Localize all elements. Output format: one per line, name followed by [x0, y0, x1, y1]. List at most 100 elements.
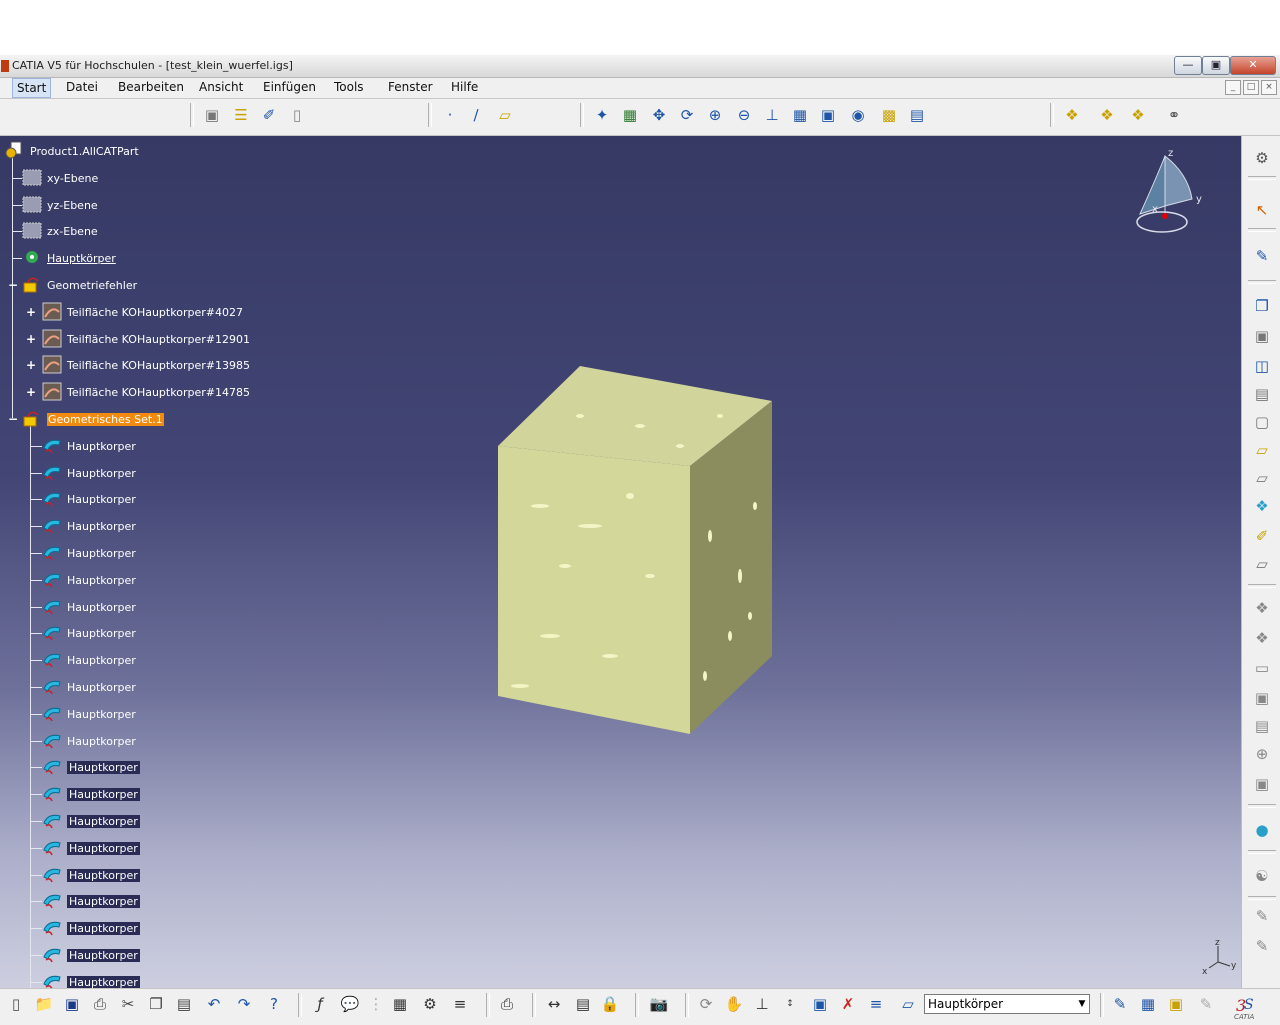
fly-mode-icon[interactable]: ✦: [592, 105, 612, 125]
assembly-icon[interactable]: ❖: [1097, 105, 1117, 125]
settings-icon[interactable]: ⚙: [1252, 148, 1272, 168]
reset-icon[interactable]: ✎: [1196, 994, 1216, 1014]
whats-this-icon[interactable]: ?: [264, 994, 284, 1014]
plane-icon[interactable]: ▱: [495, 105, 515, 125]
mdi-close-button[interactable]: ×: [1261, 80, 1277, 95]
frame-icon[interactable]: ▣: [1252, 326, 1272, 346]
spin-icon[interactable]: ⟳: [696, 994, 716, 1014]
comment-icon[interactable]: 💬: [340, 994, 360, 1014]
print-icon[interactable]: ⎙: [90, 994, 110, 1014]
constraints-icon[interactable]: ❖: [1128, 105, 1148, 125]
parameters-icon[interactable]: ≡: [450, 994, 470, 1014]
pan-icon[interactable]: ✥: [649, 105, 669, 125]
menu-hilfe[interactable]: Hilfe: [451, 80, 478, 94]
camera-icon[interactable]: 📷: [649, 994, 669, 1014]
table-icon[interactable]: ▦: [390, 994, 410, 1014]
expand-icon[interactable]: +: [26, 333, 36, 345]
offset-icon[interactable]: ▱: [1252, 468, 1272, 488]
axis-icon[interactable]: ⊥: [752, 994, 772, 1014]
menu-start[interactable]: Start: [12, 78, 52, 98]
cube-model[interactable]: [480, 356, 790, 746]
curve-icon[interactable]: ✐: [1252, 526, 1272, 546]
solid-icon[interactable]: ❖: [1252, 496, 1272, 516]
catalog-icon[interactable]: ❖: [1062, 105, 1082, 125]
trim-icon[interactable]: ▭: [1252, 658, 1272, 678]
menu-einfuegen[interactable]: Einfügen: [263, 80, 316, 94]
close-button[interactable]: ✕: [1230, 56, 1276, 75]
iso-view-icon[interactable]: ▣: [818, 105, 838, 125]
hand-icon[interactable]: ✋: [724, 994, 744, 1014]
select-arrow-icon[interactable]: ↖: [1252, 200, 1272, 220]
zoom-in-icon[interactable]: ⊕: [705, 105, 725, 125]
extrapolate-icon[interactable]: ▣: [1252, 774, 1272, 794]
expand-icon[interactable]: +: [26, 306, 36, 318]
tools-icon[interactable]: ✎: [1252, 906, 1272, 926]
collapse-icon[interactable]: −: [8, 413, 18, 425]
point-icon[interactable]: ·: [440, 105, 460, 125]
expand-icon[interactable]: +: [26, 359, 36, 371]
copy-icon[interactable]: ❐: [146, 994, 166, 1014]
fill-icon[interactable]: ▱: [1252, 554, 1272, 574]
analysis-icon[interactable]: ☯: [1252, 866, 1272, 886]
sketch-tool-icon[interactable]: ✎: [1110, 994, 1130, 1014]
lock-icon[interactable]: 🔒: [600, 994, 620, 1014]
menu-datei[interactable]: Datei: [66, 80, 98, 94]
normal-view-icon[interactable]: ⊥: [762, 105, 782, 125]
layers-icon[interactable]: ☰: [231, 105, 251, 125]
save-icon[interactable]: ▣: [62, 994, 82, 1014]
menu-bearbeiten[interactable]: Bearbeiten: [118, 80, 184, 94]
surface-icon[interactable]: ▤: [1252, 384, 1272, 404]
part-design-icon[interactable]: ⚙: [420, 994, 440, 1014]
undo-icon[interactable]: ↶: [204, 994, 224, 1014]
new-file-icon[interactable]: ▯: [6, 994, 26, 1014]
mdi-restore-button[interactable]: □: [1243, 80, 1259, 95]
measure-between-icon[interactable]: ↔: [544, 994, 564, 1014]
menu-tools[interactable]: Tools: [334, 80, 364, 94]
menu-ansicht[interactable]: Ansicht: [199, 80, 243, 94]
collapse-icon[interactable]: −: [8, 279, 18, 291]
chevron-down-icon[interactable]: ▼: [1075, 995, 1089, 1013]
maximize-button[interactable]: ▣: [1202, 56, 1230, 75]
constraint-icon[interactable]: ✗: [838, 994, 858, 1014]
cylinder-icon[interactable]: ◫: [1252, 356, 1272, 376]
redo-icon[interactable]: ↷: [234, 994, 254, 1014]
menu-fenster[interactable]: Fenster: [388, 80, 433, 94]
eraser-icon[interactable]: ✐: [259, 105, 279, 125]
3d-viewport[interactable]: z y x z y x Product1.AllCATPart xy-Ebene…: [0, 136, 1241, 988]
current-body-select[interactable]: Hauptkörper ▼: [924, 994, 1090, 1014]
update-icon[interactable]: ⎙: [497, 994, 517, 1014]
transform-icon[interactable]: ▤: [1252, 716, 1272, 736]
join-icon[interactable]: ❖: [1252, 598, 1272, 618]
hide-show-icon[interactable]: ▩: [879, 105, 899, 125]
split-icon[interactable]: ❖: [1252, 628, 1272, 648]
cube-view-icon[interactable]: ▣: [202, 105, 222, 125]
line-icon[interactable]: ∕: [466, 105, 486, 125]
multi-view-icon[interactable]: ▦: [790, 105, 810, 125]
document-icon[interactable]: ▯: [287, 105, 307, 125]
more-tools-icon[interactable]: ✎: [1252, 936, 1272, 956]
measure-item-icon[interactable]: ▤: [573, 994, 593, 1014]
scale-icon[interactable]: ↕: [780, 994, 800, 1014]
title-bar[interactable]: CATIA V5 für Hochschulen - [test_klein_w…: [0, 55, 1280, 78]
measure-icon[interactable]: ⚭: [1164, 105, 1184, 125]
paste-icon[interactable]: ▤: [174, 994, 194, 1014]
extract-icon[interactable]: ▣: [1252, 688, 1272, 708]
cut-icon[interactable]: ✂: [118, 994, 138, 1014]
extrude-icon[interactable]: ▱: [1252, 440, 1272, 460]
snap-icon[interactable]: ▣: [810, 994, 830, 1014]
sketcher-icon[interactable]: ✎: [1252, 246, 1272, 266]
expand-icon[interactable]: +: [26, 386, 36, 398]
graph-icon[interactable]: ▦: [1138, 994, 1158, 1014]
box-icon[interactable]: ▢: [1252, 412, 1272, 432]
open-folder-icon[interactable]: 📁: [34, 994, 54, 1014]
knowledge-icon[interactable]: ⋮: [366, 994, 386, 1014]
fit-all-icon[interactable]: ▦: [620, 105, 640, 125]
zoom-out-icon[interactable]: ⊖: [734, 105, 754, 125]
swap-space-icon[interactable]: ▤: [907, 105, 927, 125]
minimize-button[interactable]: —: [1174, 56, 1202, 75]
shading-icon[interactable]: ◉: [848, 105, 868, 125]
image-icon[interactable]: ▣: [1166, 994, 1186, 1014]
list-icon[interactable]: ≡: [866, 994, 886, 1014]
compass-widget[interactable]: z y x: [1130, 144, 1210, 234]
mdi-minimize-button[interactable]: _: [1225, 80, 1241, 95]
